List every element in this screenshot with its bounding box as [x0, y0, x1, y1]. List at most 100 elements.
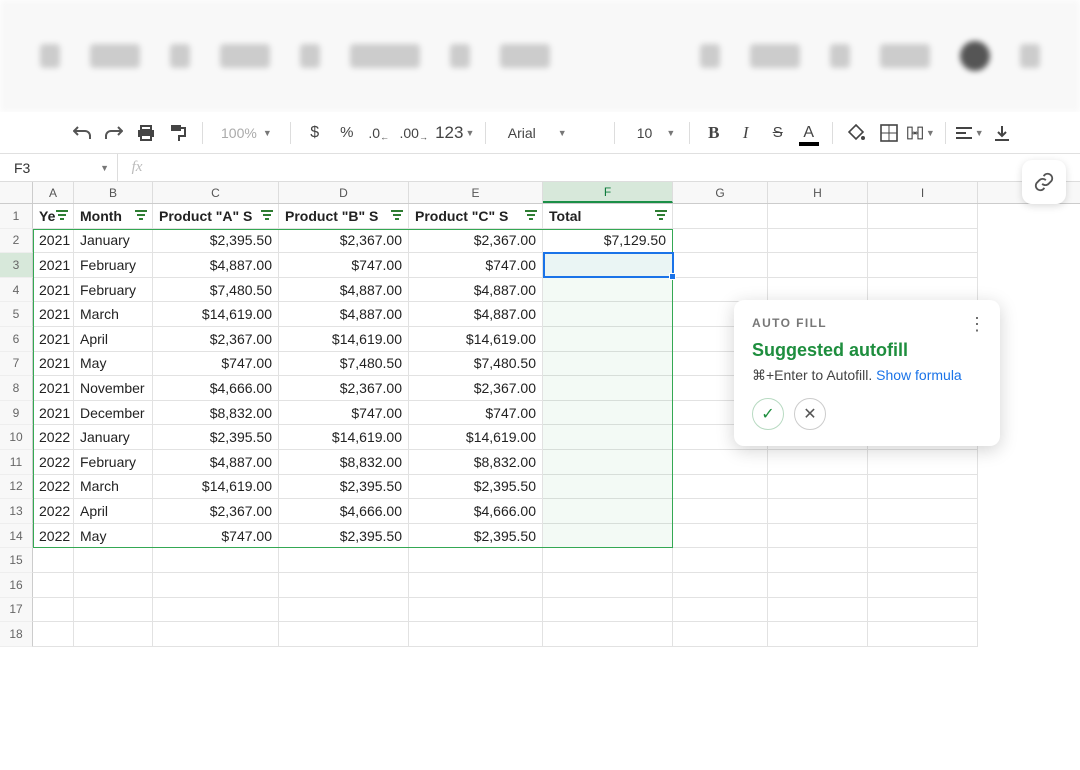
cell[interactable] — [868, 573, 978, 598]
cell[interactable] — [74, 622, 153, 647]
show-formula-link[interactable]: Show formula — [876, 367, 962, 383]
cell[interactable]: March — [74, 302, 153, 327]
cell[interactable] — [543, 425, 673, 450]
cell[interactable] — [74, 573, 153, 598]
cell[interactable]: $4,887.00 — [279, 278, 409, 303]
cell[interactable] — [673, 450, 768, 475]
cell[interactable] — [409, 622, 543, 647]
cell[interactable] — [868, 499, 978, 524]
cell[interactable] — [543, 524, 673, 549]
italic-button[interactable]: I — [732, 119, 760, 147]
header-cell[interactable]: Product "C" S — [409, 204, 543, 229]
cell[interactable]: $4,887.00 — [409, 278, 543, 303]
cell[interactable]: April — [74, 499, 153, 524]
cell[interactable]: $747.00 — [153, 352, 279, 377]
cell[interactable] — [33, 573, 74, 598]
filter-icon[interactable] — [55, 209, 69, 223]
cell[interactable] — [153, 598, 279, 623]
row-header[interactable]: 1 — [0, 204, 33, 229]
increase-decimal-button[interactable]: .00→ — [397, 119, 431, 147]
cell[interactable]: $4,666.00 — [409, 499, 543, 524]
vertical-align-button[interactable] — [988, 119, 1016, 147]
cell[interactable] — [543, 302, 673, 327]
cell[interactable]: $8,832.00 — [153, 401, 279, 426]
row-header[interactable]: 14 — [0, 524, 33, 549]
col-header-A[interactable]: A — [33, 182, 74, 203]
cell[interactable]: $4,666.00 — [153, 376, 279, 401]
fill-color-button[interactable] — [843, 119, 871, 147]
cell[interactable]: $4,887.00 — [279, 302, 409, 327]
filter-icon[interactable] — [134, 209, 148, 223]
cell[interactable] — [153, 573, 279, 598]
cell[interactable] — [768, 204, 868, 229]
row-header[interactable]: 8 — [0, 376, 33, 401]
cell[interactable]: March — [74, 475, 153, 500]
col-header-I[interactable]: I — [868, 182, 978, 203]
cell[interactable] — [768, 253, 868, 278]
col-header-F[interactable]: F — [543, 182, 673, 203]
cell[interactable] — [543, 401, 673, 426]
row-header[interactable]: 4 — [0, 278, 33, 303]
cell[interactable] — [33, 548, 74, 573]
row-header[interactable]: 6 — [0, 327, 33, 352]
formula-input[interactable] — [156, 154, 1080, 181]
cell[interactable]: 2021 — [33, 327, 74, 352]
name-box[interactable]: F3 ▼ — [0, 154, 118, 181]
strikethrough-button[interactable]: S — [764, 119, 792, 147]
row-header[interactable]: 12 — [0, 475, 33, 500]
cell[interactable]: $14,619.00 — [409, 327, 543, 352]
cell[interactable]: $14,619.00 — [409, 425, 543, 450]
cell[interactable]: $4,666.00 — [279, 499, 409, 524]
header-cell[interactable]: Product "A" S — [153, 204, 279, 229]
cell[interactable]: December — [74, 401, 153, 426]
cell[interactable]: $2,367.00 — [409, 376, 543, 401]
cell[interactable] — [74, 548, 153, 573]
cell[interactable]: 2022 — [33, 524, 74, 549]
cell[interactable] — [543, 327, 673, 352]
redo-button[interactable] — [100, 119, 128, 147]
cell[interactable]: $2,367.00 — [279, 229, 409, 254]
cell[interactable] — [868, 598, 978, 623]
cell[interactable] — [768, 524, 868, 549]
cell[interactable] — [279, 573, 409, 598]
cell[interactable] — [279, 622, 409, 647]
header-cell[interactable]: Product "B" S — [279, 204, 409, 229]
more-formats-button[interactable]: 123▼ — [435, 119, 475, 147]
cell[interactable]: $14,619.00 — [153, 302, 279, 327]
cell[interactable] — [543, 253, 673, 278]
filter-icon[interactable] — [654, 209, 668, 223]
cell[interactable]: 2022 — [33, 499, 74, 524]
cell[interactable]: February — [74, 278, 153, 303]
cell[interactable] — [868, 229, 978, 254]
cell[interactable]: November — [74, 376, 153, 401]
cell[interactable]: $2,395.50 — [279, 524, 409, 549]
cell[interactable] — [768, 450, 868, 475]
cell[interactable]: $2,395.50 — [153, 425, 279, 450]
cell[interactable]: 2021 — [33, 376, 74, 401]
cell[interactable] — [768, 598, 868, 623]
paint-format-button[interactable] — [164, 119, 192, 147]
cell[interactable]: 2022 — [33, 450, 74, 475]
cell[interactable] — [543, 499, 673, 524]
cell[interactable]: $747.00 — [409, 401, 543, 426]
cell[interactable]: $2,395.50 — [153, 229, 279, 254]
autofill-accept-button[interactable]: ✓ — [752, 398, 784, 430]
filter-icon[interactable] — [524, 209, 538, 223]
cell[interactable]: $747.00 — [409, 253, 543, 278]
zoom-dropdown[interactable]: 100% ▼ — [213, 125, 280, 141]
cell[interactable]: 2022 — [33, 475, 74, 500]
filter-icon[interactable] — [260, 209, 274, 223]
cell[interactable] — [673, 524, 768, 549]
row-header[interactable]: 15 — [0, 548, 33, 573]
cell[interactable] — [868, 204, 978, 229]
cell[interactable] — [279, 598, 409, 623]
col-header-B[interactable]: B — [74, 182, 153, 203]
cell[interactable]: January — [74, 229, 153, 254]
cell[interactable] — [768, 622, 868, 647]
cell[interactable] — [673, 622, 768, 647]
horizontal-align-button[interactable]: ▼ — [956, 119, 984, 147]
row-header[interactable]: 9 — [0, 401, 33, 426]
cell[interactable] — [673, 598, 768, 623]
header-cell[interactable]: Ye — [33, 204, 74, 229]
cell[interactable] — [543, 622, 673, 647]
